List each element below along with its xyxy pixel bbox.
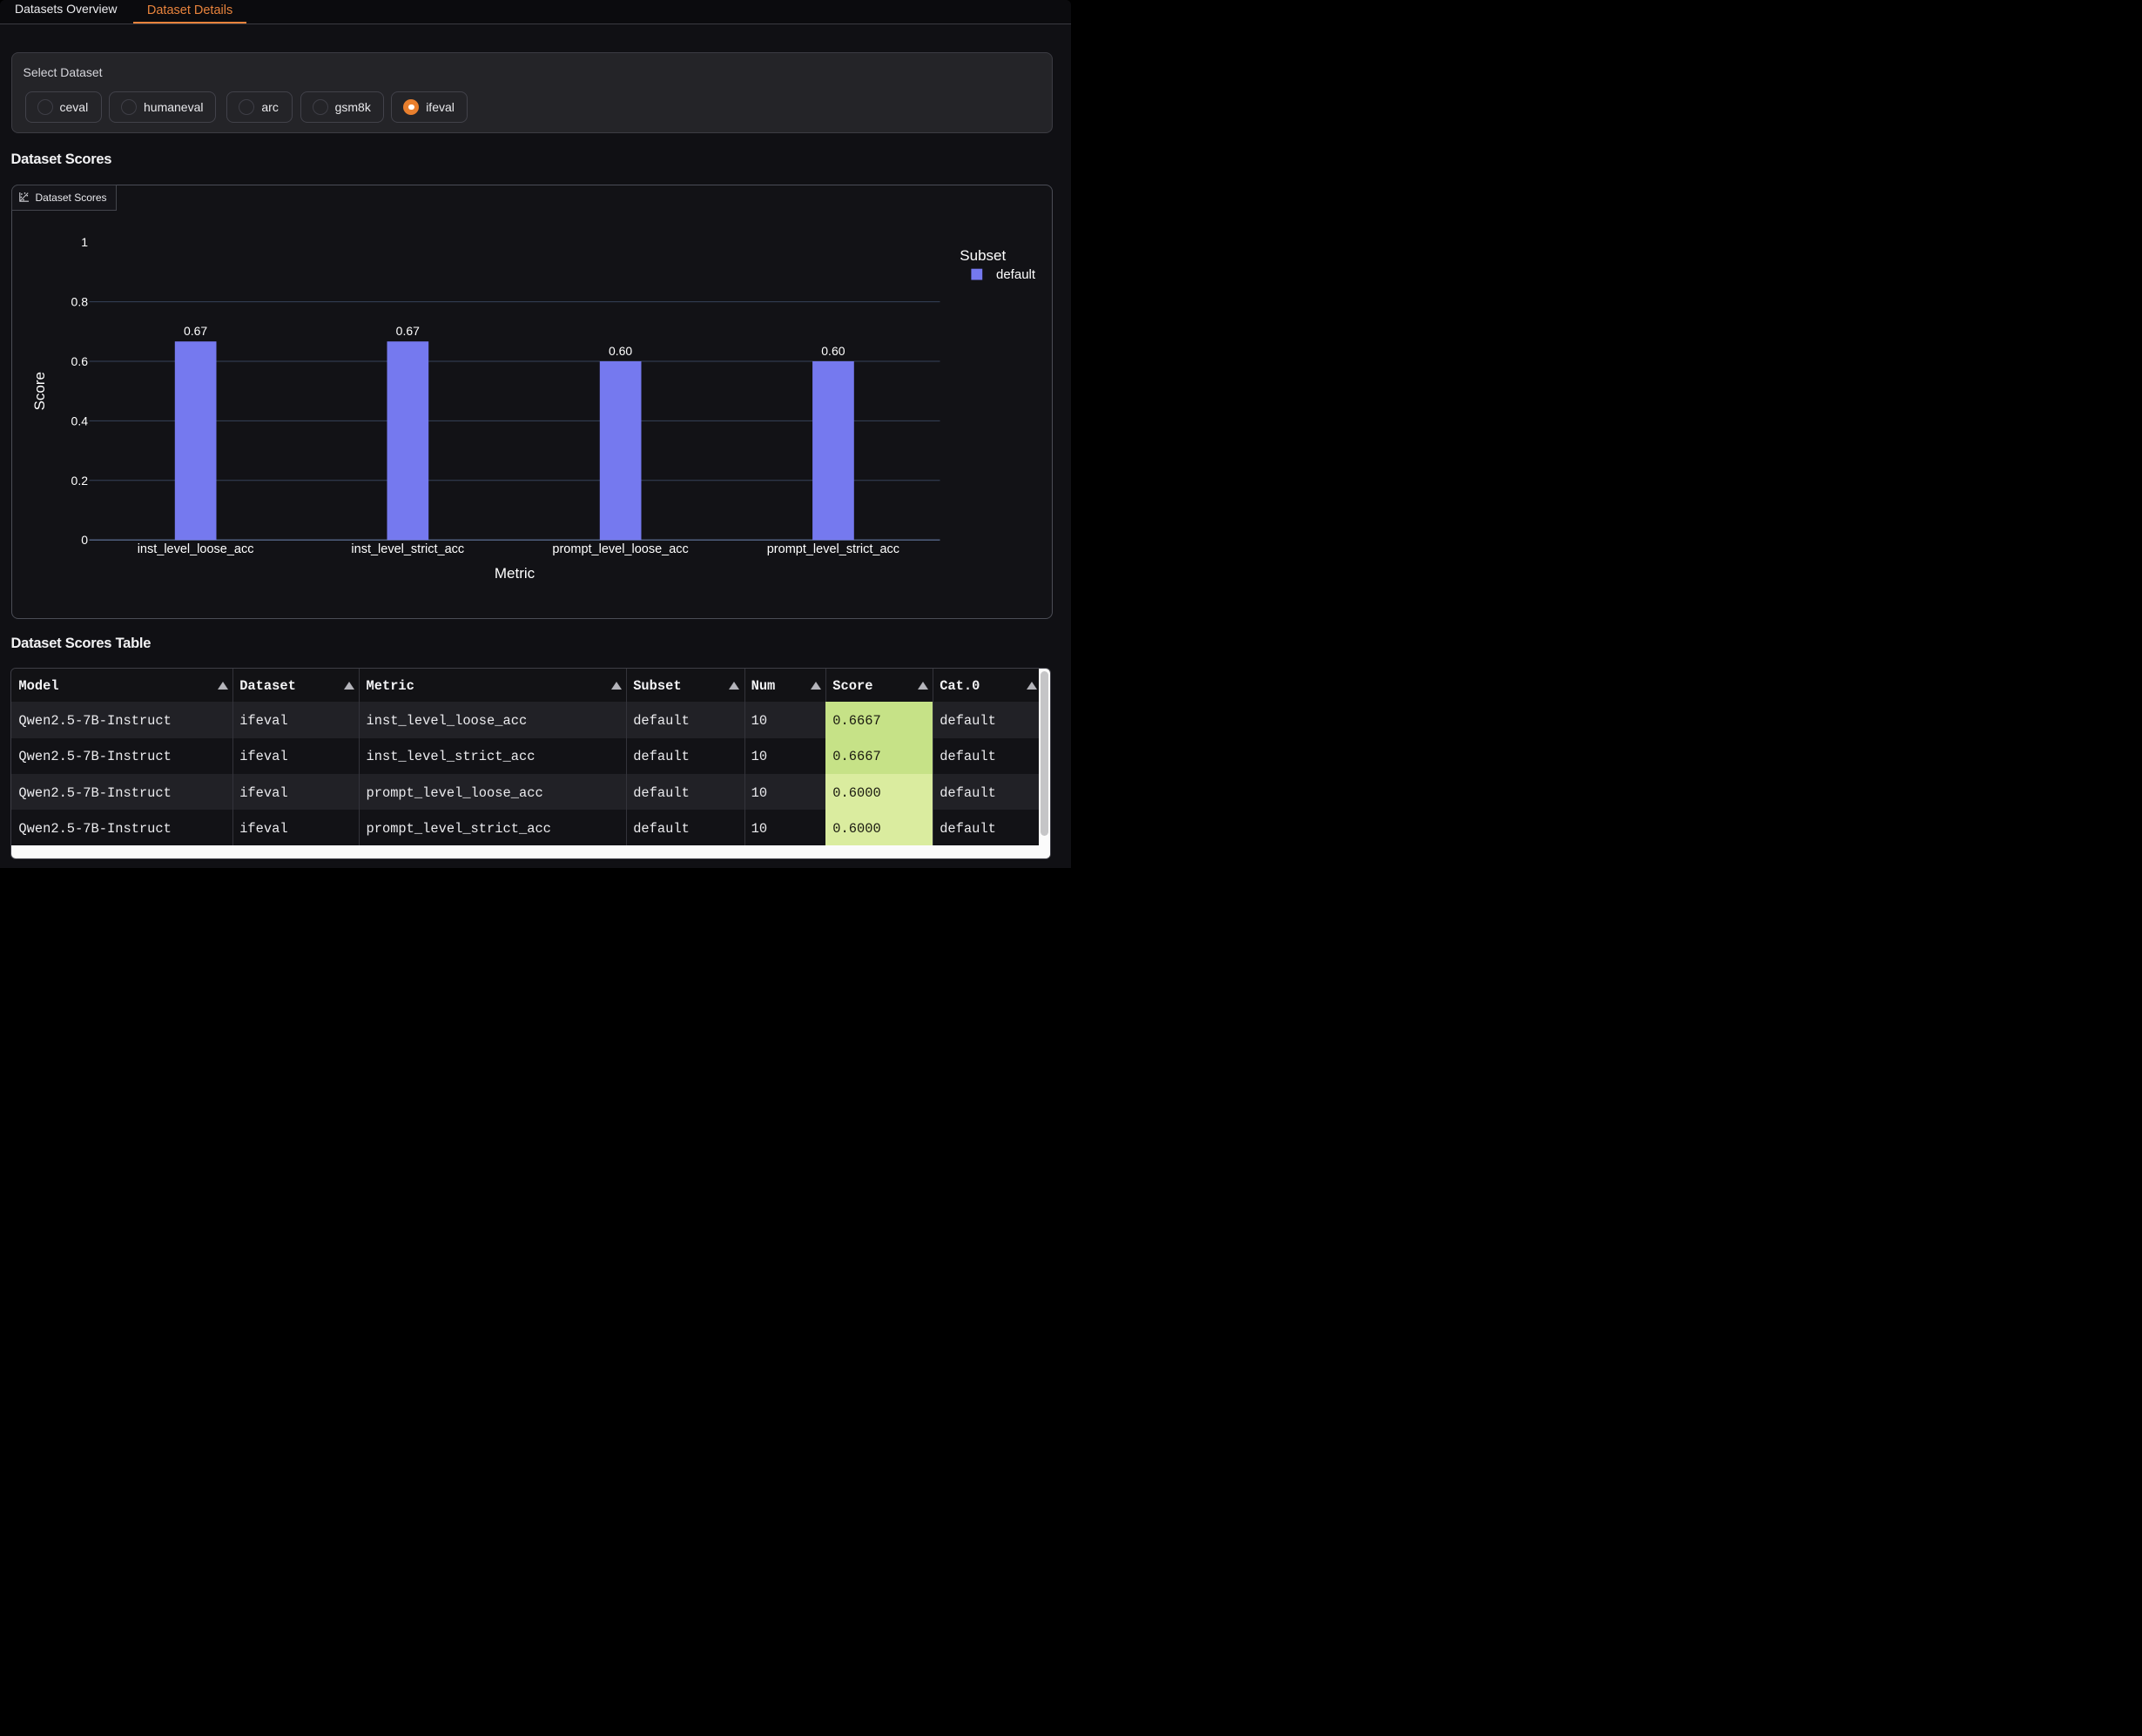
svg-text:0.67: 0.67 — [395, 324, 419, 338]
svg-text:0.67: 0.67 — [183, 324, 206, 338]
svg-text:0.8: 0.8 — [71, 295, 88, 309]
svg-text:Score: Score — [30, 372, 47, 410]
svg-text:Metric: Metric — [494, 565, 535, 582]
svg-text:0.2: 0.2 — [71, 474, 88, 488]
svg-text:0.60: 0.60 — [608, 344, 631, 358]
svg-text:Subset: Subset — [960, 247, 1006, 264]
svg-text:0: 0 — [81, 533, 88, 547]
svg-text:default: default — [996, 267, 1036, 282]
svg-text:inst_level_loose_acc: inst_level_loose_acc — [137, 542, 253, 556]
svg-text:inst_level_strict_acc: inst_level_strict_acc — [351, 542, 464, 556]
svg-text:prompt_level_strict_acc: prompt_level_strict_acc — [766, 542, 899, 556]
svg-text:0.4: 0.4 — [71, 414, 88, 427]
svg-text:prompt_level_loose_acc: prompt_level_loose_acc — [552, 542, 688, 556]
svg-text:0.6: 0.6 — [71, 354, 88, 368]
svg-text:0.60: 0.60 — [821, 344, 845, 358]
svg-text:1: 1 — [81, 235, 88, 249]
